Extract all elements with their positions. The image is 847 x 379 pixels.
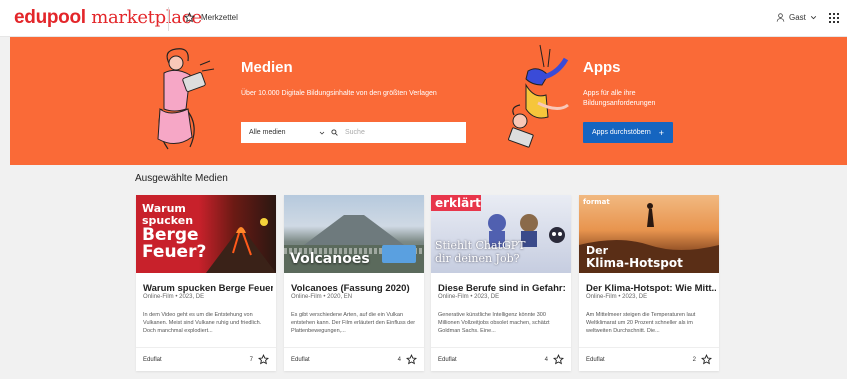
card-provider: Eduflat [143,356,162,363]
card-thumb-badge: erklärt [435,196,481,210]
card-meta: Online-Film • 2023, DE [438,294,500,300]
card-thumbnail[interactable]: Volcanoes [284,195,424,273]
apps-subtitle: Apps für alle ihre Bildungsanforderungen [583,90,656,107]
card-footer: Eduflat 7 [136,347,276,371]
star-icon[interactable] [553,354,564,365]
card-meta: Online-Film • 2023, DE [143,294,205,300]
flying-person-illustration [508,44,569,148]
search-icon [331,129,341,136]
media-subtitle: Über 10.000 Digitale Bildungsinhalte von… [241,90,437,97]
bookmark-link[interactable]: Merkzettel [184,12,238,23]
media-title: Medien [241,59,293,76]
card-footer: Eduflat 4 [284,347,424,371]
card-provider: Eduflat [438,356,457,363]
plus-icon: + [658,127,664,138]
card-title[interactable]: Warum spucken Berge Feuer? [143,283,273,294]
chevron-down-icon [319,131,325,135]
card-thumbnail[interactable]: erklärt Stiehlt ChatGPT dir deinen Job? [431,195,571,273]
star-icon[interactable] [406,354,417,365]
apps-grid-icon[interactable] [829,13,839,23]
top-header: edupool marketplace Merkzettel Gast [0,0,847,37]
edupool-logo[interactable]: edupool marketplace [14,7,202,29]
user-menu[interactable]: Gast [776,13,817,22]
card-footer: Eduflat 4 [431,347,571,371]
card-provider: Eduflat [291,356,310,363]
card-rating: 4 [545,354,564,365]
media-card[interactable]: erklärt Stiehlt ChatGPT dir deinen Job? … [431,195,571,371]
browse-apps-button[interactable]: Apps durchstöbern + [583,122,673,143]
volcano-image [206,218,276,273]
card-thumbnail[interactable]: Warum spucken Berge Feuer? [136,195,276,273]
card-provider: Eduflat [586,356,605,363]
media-card[interactable]: format Der Klima-Hotspot Der Klima-Hotsp… [579,195,719,371]
card-description: Generative künstliche Intelligenz könnte… [438,312,550,334]
card-title[interactable]: Volcanoes (Fassung 2020) [291,283,421,294]
card-thumb-title: Volcanoes [290,251,370,267]
card-description: In dem Video geht es um die Entstehung v… [143,312,262,334]
section-title: Ausgewählte Medien [135,173,228,184]
card-title[interactable]: Diese Berufe sind in Gefahr: ... [438,283,568,294]
person-tablet-illustration [157,48,215,150]
card-thumbnail[interactable]: format Der Klima-Hotspot [579,195,719,273]
header-divider [168,7,169,31]
apps-title: Apps [583,59,621,76]
card-footer: Eduflat 2 [579,347,719,371]
user-icon [776,13,785,22]
chevron-down-icon [810,16,817,20]
card-description: Am Mittelmeer steigen die Temperaturen l… [586,312,696,334]
media-type-select[interactable]: Alle medien [241,129,331,136]
card-title[interactable]: Der Klima-Hotspot: Wie Mitt... [586,283,716,294]
search-input[interactable]: Suche [345,129,365,136]
media-card[interactable]: Warum spucken Berge Feuer? Warum spucken… [136,195,276,371]
media-search-bar: Alle medien Suche [241,122,466,143]
star-icon [184,12,195,23]
card-rating: 4 [398,354,417,365]
card-meta: Online-Film • 2020, EN [291,294,353,300]
media-card[interactable]: Volcanoes Volcanoes (Fassung 2020) Onlin… [284,195,424,371]
star-icon[interactable] [258,354,269,365]
hero-banner: Medien Über 10.000 Digitale Bildungsinha… [10,37,847,165]
card-description: Es gibt verschiedene Arten, auf die ein … [291,312,416,334]
card-meta: Online-Film • 2023, DE [586,294,648,300]
card-thumb-badge: format [583,198,610,206]
card-rating: 2 [693,354,712,365]
star-icon[interactable] [701,354,712,365]
card-rating: 7 [250,354,269,365]
